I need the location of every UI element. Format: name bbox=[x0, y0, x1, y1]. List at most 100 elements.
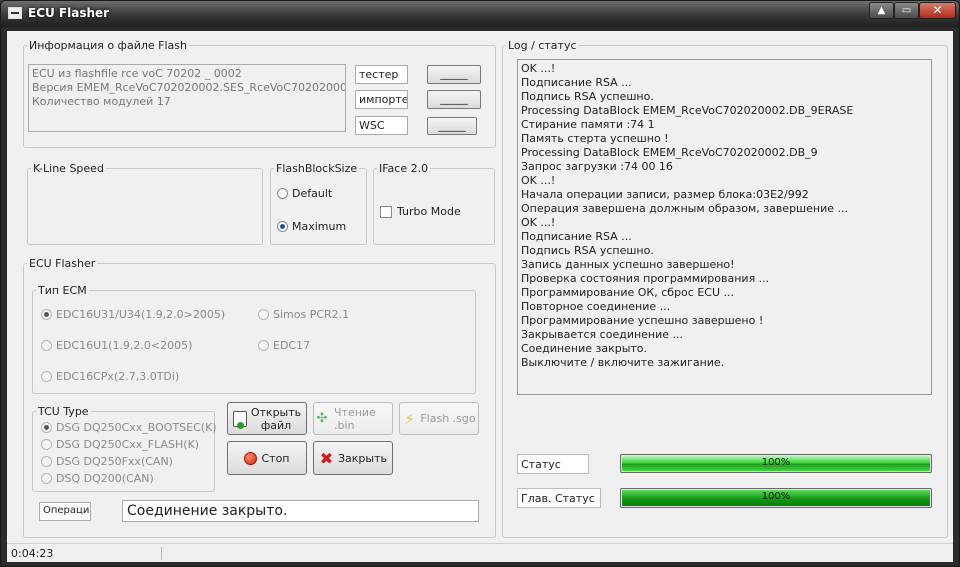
ecm-edc17-radio[interactable]: EDC17 bbox=[258, 339, 310, 352]
minimize-button[interactable]: ▲ bbox=[869, 2, 894, 19]
radio-dot bbox=[41, 422, 52, 433]
status-progress-text: 100% bbox=[761, 457, 791, 468]
radio-label: Default bbox=[292, 187, 333, 200]
ecm-edc16u1-radio[interactable]: EDC16U1(1.9,2.0<2005) bbox=[41, 339, 192, 352]
radio-label: DSG DQ250Cxx_FLASH(K) bbox=[56, 438, 200, 451]
tcu-dq200-radio[interactable]: DSQ DQ200(CAN) bbox=[41, 472, 154, 485]
log-line: Processing DataBlock EMEM_RceVoC70202000… bbox=[521, 104, 854, 117]
log-line: Соединение закрыто. bbox=[521, 342, 648, 355]
radio-dot bbox=[258, 309, 269, 320]
read-bin-button[interactable]: ✣ Чтение .bin bbox=[313, 402, 393, 435]
log-line: Запрос загрузки :74 00 16 bbox=[521, 160, 673, 173]
log-line: Проверка состояния программирования ... bbox=[521, 272, 770, 285]
radio-dot bbox=[277, 188, 288, 199]
radio-label: EDC17 bbox=[273, 339, 311, 352]
radio-dot bbox=[41, 371, 52, 382]
lightning-icon: ⚡ bbox=[404, 409, 415, 428]
close-label: Закрыть bbox=[338, 451, 387, 465]
radio-dot bbox=[41, 340, 52, 351]
flash-sgo-button[interactable]: ⚡ Flash .sgo bbox=[399, 402, 479, 435]
operation-label: Операция bbox=[39, 502, 91, 521]
tester-button[interactable]: _____ bbox=[427, 65, 481, 84]
checkbox-label: Turbo Mode bbox=[397, 205, 461, 218]
main-status-progress-text: 100% bbox=[761, 491, 791, 502]
log-line: Начала операции записи, размер блока:03E… bbox=[521, 188, 809, 201]
radio-label: DSG DQ250Fxx(CAN) bbox=[56, 455, 173, 468]
window-title: ECU Flasher bbox=[28, 6, 110, 20]
log-line: Подпись RSA успешно. bbox=[521, 90, 654, 103]
operation-status-field[interactable]: Соединение закрыто. bbox=[122, 500, 479, 522]
title-bar[interactable]: ECU Flasher ▲ ▭ ✕ bbox=[1, 1, 959, 27]
tcu-type-legend: TCU Type bbox=[38, 405, 89, 418]
log-line: Запись данных успешно завершено! bbox=[521, 258, 735, 271]
importer-field[interactable]: импортер bbox=[355, 90, 408, 109]
radio-label: DSQ DQ200(CAN) bbox=[56, 472, 154, 485]
maximize-button[interactable]: ▭ bbox=[894, 2, 919, 19]
radio-label: DSG DQ250Cxx_BOOTSEC(K) bbox=[56, 421, 217, 434]
file-info-line: ECU из flashfile rce voC 70202 _ 0002 bbox=[32, 67, 242, 80]
log-line: Processing DataBlock EMEM_RceVoC70202000… bbox=[521, 146, 818, 159]
stop-button[interactable]: Стоп bbox=[227, 441, 307, 475]
flashblock-maximum-radio[interactable]: Maximum bbox=[277, 220, 346, 233]
ecm-simos-radio[interactable]: Simos PCR2.1 bbox=[258, 308, 349, 321]
log-line: OK ...! bbox=[521, 174, 556, 187]
main-window: ECU Flasher ▲ ▭ ✕ Информация о файле Fla… bbox=[0, 0, 960, 567]
read-icon: ✣ bbox=[316, 410, 328, 426]
file-info-legend: Информация о файле Flash bbox=[29, 39, 187, 52]
log-textarea[interactable]: OK ...! Подписание RSA ... Подпись RSA усп… bbox=[517, 59, 932, 395]
flash-sgo-label: Flash .sgo bbox=[420, 412, 476, 425]
radio-dot bbox=[41, 439, 52, 450]
ecm-type-legend: Тип ECM bbox=[38, 284, 87, 297]
flashblock-default-radio[interactable]: Default bbox=[277, 187, 332, 200]
open-file-label: Открыть файл bbox=[251, 406, 301, 432]
tcu-dq250fxx-radio[interactable]: DSG DQ250Fxx(CAN) bbox=[41, 455, 173, 468]
open-file-button[interactable]: Открыть файл bbox=[227, 402, 307, 435]
radio-dot bbox=[41, 456, 52, 467]
client-area: Информация о файле Flash ECU из flashfil… bbox=[7, 31, 953, 562]
log-line: Стирание памяти :74 1 bbox=[521, 118, 655, 131]
file-info-textbox[interactable]: ECU из flashfile rce voC 70202 _ 0002 Ве… bbox=[28, 64, 346, 132]
importer-button[interactable]: _____ bbox=[427, 90, 481, 109]
tcu-dq250-bootsec-radio[interactable]: DSG DQ250Cxx_BOOTSEC(K) bbox=[41, 421, 217, 434]
radio-label: Simos PCR2.1 bbox=[273, 308, 350, 321]
turbo-mode-checkbox[interactable]: Turbo Mode bbox=[380, 205, 461, 218]
status-label: Статус bbox=[517, 454, 589, 474]
file-info-line: Количество модулей 17 bbox=[32, 95, 171, 108]
log-legend: Log / статус bbox=[508, 39, 577, 52]
log-line: Закрывается соединение ... bbox=[521, 328, 684, 341]
log-line: Выключите / включите зажигание. bbox=[521, 356, 725, 369]
tcu-dq250-flash-radio[interactable]: DSG DQ250Cxx_FLASH(K) bbox=[41, 438, 199, 451]
iface-group: IFace 2.0 bbox=[373, 162, 495, 245]
log-line: Подпись RSA успешно. bbox=[521, 244, 654, 257]
app-menu-icon[interactable] bbox=[8, 7, 22, 19]
ecm-edc16cpx-radio[interactable]: EDC16CPx(2.7,3.0TDi) bbox=[41, 370, 179, 383]
kline-speed-group: K-Line Speed bbox=[27, 162, 263, 245]
flashblock-legend: FlashBlockSize bbox=[276, 162, 358, 175]
wsc-button[interactable]: _____ bbox=[427, 117, 477, 135]
log-line: Программирование ОК, сброс ECU ... bbox=[521, 286, 734, 299]
radio-dot bbox=[277, 221, 288, 232]
close-window-button[interactable]: ✕ bbox=[919, 2, 956, 19]
log-line: Повторное соединение ... bbox=[521, 300, 671, 313]
log-line: Операция завершена должным образом, заве… bbox=[521, 202, 848, 215]
checkbox-box bbox=[380, 205, 392, 218]
radio-dot bbox=[41, 473, 52, 484]
close-button[interactable]: ✖ Закрыть bbox=[313, 441, 393, 475]
status-separator bbox=[161, 547, 162, 560]
main-status-progress-bar: 100% bbox=[620, 488, 932, 508]
radio-label: EDC16U1(1.9,2.0<2005) bbox=[56, 339, 193, 352]
radio-label: EDC16U31/U34(1.9,2.0>2005) bbox=[56, 308, 226, 321]
radio-label: EDC16CPx(2.7,3.0TDi) bbox=[56, 370, 180, 383]
log-line: OK ...! bbox=[521, 62, 556, 75]
log-line: OK ...! bbox=[521, 216, 556, 229]
main-status-label: Глав. Статус bbox=[517, 488, 601, 508]
ecm-edc16u31-radio[interactable]: EDC16U31/U34(1.9,2.0>2005) bbox=[41, 308, 225, 321]
log-line: Подписание RSA ... bbox=[521, 76, 632, 89]
tester-field[interactable]: тестер bbox=[355, 65, 408, 84]
kline-speed-legend: K-Line Speed bbox=[33, 162, 104, 175]
wsc-field[interactable]: WSC bbox=[355, 116, 408, 135]
open-file-icon bbox=[232, 410, 247, 429]
log-line: Программирование успешно завершено ! bbox=[521, 314, 764, 327]
stop-icon bbox=[244, 451, 258, 465]
status-bar: 0:04:23 bbox=[7, 543, 953, 562]
